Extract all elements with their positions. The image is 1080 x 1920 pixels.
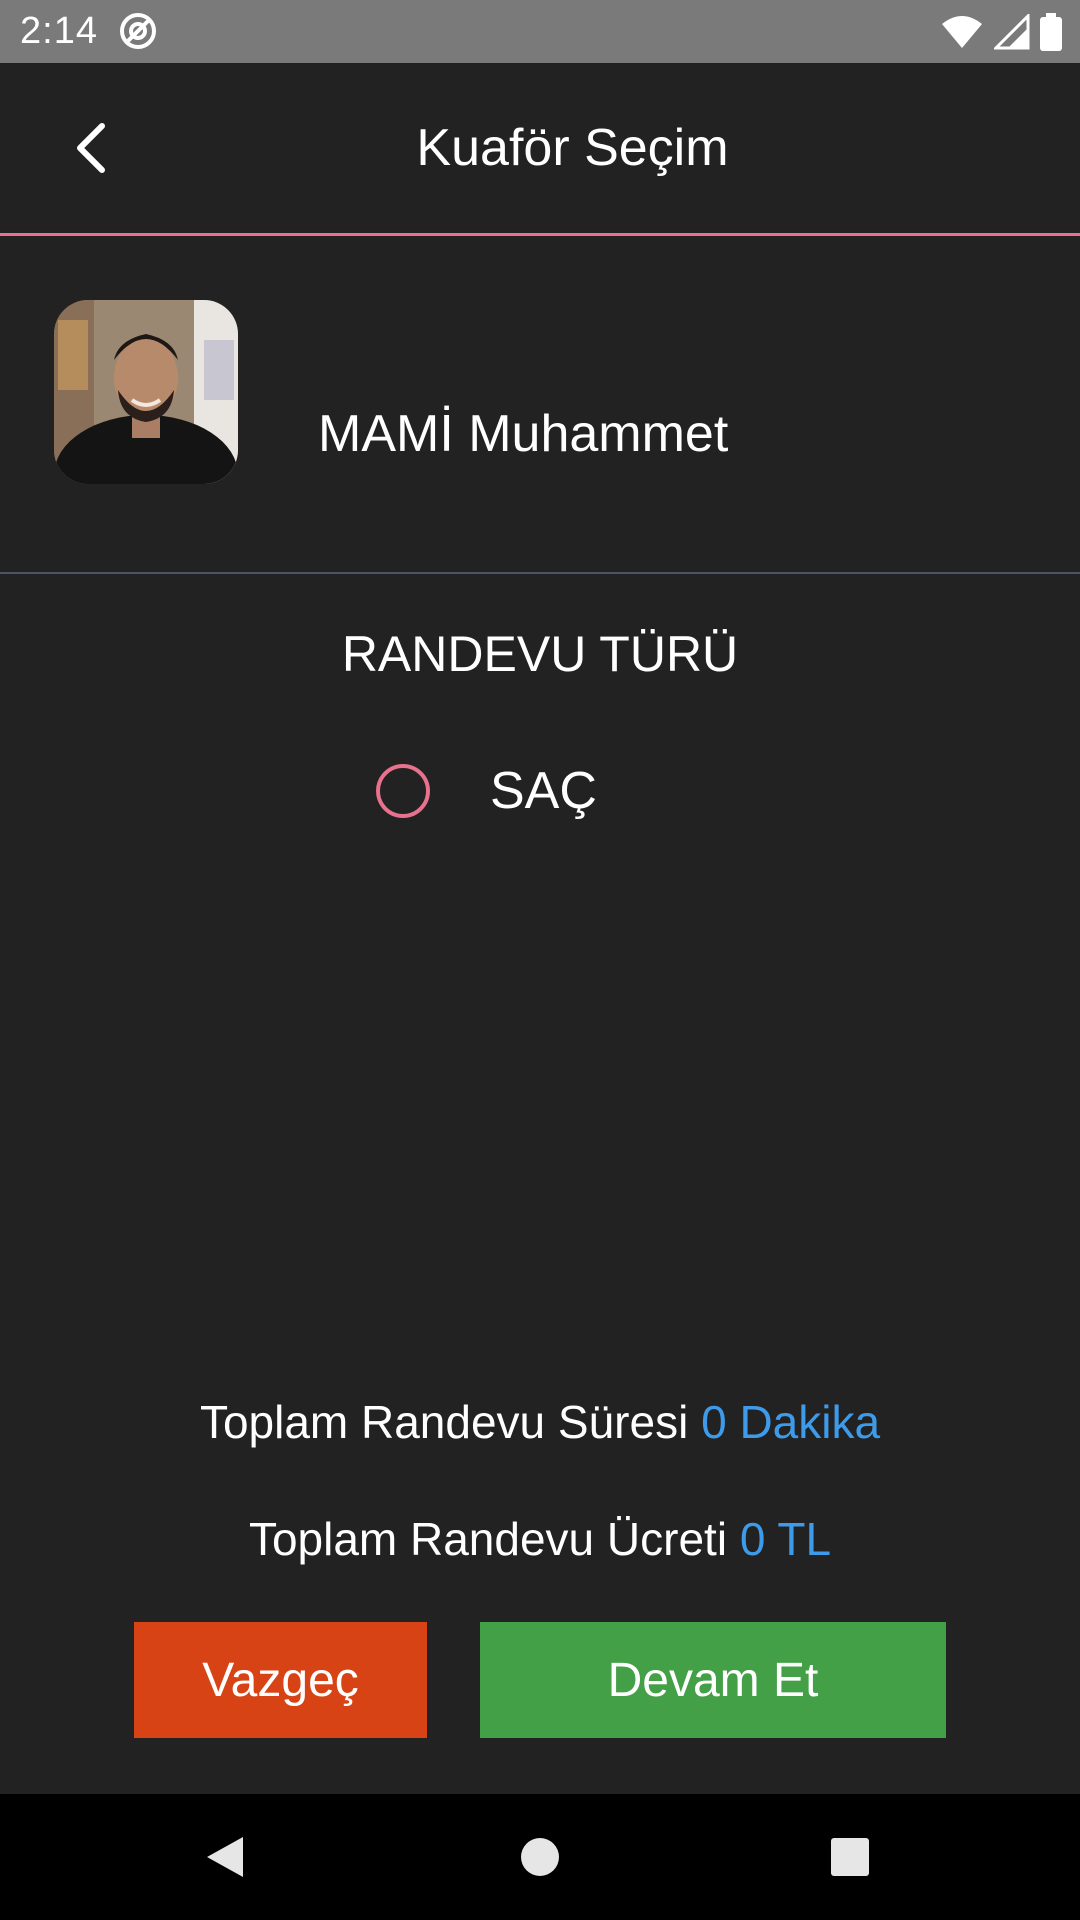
- system-nav-bar: [0, 1794, 1080, 1920]
- nav-back-button[interactable]: [190, 1822, 260, 1892]
- square-recents-icon: [831, 1838, 869, 1876]
- nav-recents-button[interactable]: [815, 1822, 885, 1892]
- total-duration-label: Toplam Randevu Süresi: [199, 1396, 689, 1448]
- cell-signal-icon: [994, 14, 1030, 50]
- total-price-value: 0 TL: [739, 1513, 832, 1565]
- total-price-label: Toplam Randevu Ücreti: [248, 1513, 728, 1565]
- barber-avatar: [54, 300, 238, 484]
- barber-name: MAMİ Muhammet: [318, 405, 729, 463]
- status-time: 2:14: [20, 10, 98, 52]
- appointment-type-title: RANDEVU TÜRÜ: [341, 626, 739, 682]
- nav-home-button[interactable]: [505, 1822, 575, 1892]
- status-bar: 2:14: [0, 0, 1080, 63]
- total-price: Toplam Randevu Ücreti 0 TL: [0, 1512, 1080, 1566]
- barber-photo: [54, 300, 238, 484]
- circle-home-icon: [521, 1838, 559, 1876]
- page-title: Kuaför Seçim: [416, 119, 729, 177]
- radio-option-sac[interactable]: SAÇ: [376, 760, 597, 822]
- triangle-back-icon: [207, 1837, 243, 1877]
- total-duration-value: 0 Dakika: [701, 1396, 881, 1448]
- cancel-button[interactable]: Vazgeç: [134, 1622, 427, 1738]
- wifi-icon: [942, 16, 982, 48]
- total-duration: Toplam Randevu Süresi 0 Dakika: [0, 1395, 1080, 1449]
- radio-button[interactable]: [376, 764, 430, 818]
- toolbar: Kuaför Seçim: [0, 63, 1080, 236]
- radio-option-label: SAÇ: [490, 762, 597, 820]
- at-sign-icon: [120, 13, 156, 49]
- barber-card: MAMİ Muhammet: [0, 236, 1080, 574]
- battery-icon: [1040, 13, 1062, 51]
- continue-button[interactable]: Devam Et: [480, 1622, 946, 1738]
- screen: 2:14 Kuaför Seçim MAMİ Muhammet RANDEVU …: [0, 0, 1080, 1920]
- status-icons: [940, 12, 1062, 52]
